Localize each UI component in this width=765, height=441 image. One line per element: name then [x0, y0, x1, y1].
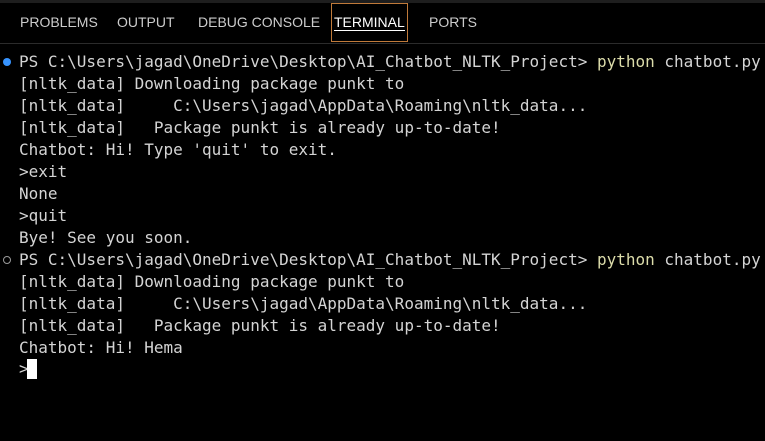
command-args: chatbot.py	[654, 52, 761, 71]
tab-output[interactable]: OUTPUT	[115, 3, 177, 42]
command-line: PS C:\Users\jagad\OneDrive\Desktop\AI_Ch…	[19, 51, 761, 73]
tab-output-label: OUTPUT	[117, 14, 175, 30]
tab-terminal-label: TERMINAL	[334, 14, 405, 31]
output-line: Chatbot: Hi! Hema	[19, 338, 183, 357]
output-line: [nltk_data] Package punkt is already up-…	[19, 118, 501, 137]
output-line: [nltk_data] Downloading package punkt to	[19, 272, 405, 291]
output-line: Bye! See you soon.	[19, 228, 193, 247]
output-line: >exit	[19, 162, 68, 181]
output-line: [nltk_data] Package punkt is already up-…	[19, 316, 501, 335]
command-running-decoration-icon[interactable]	[3, 256, 11, 264]
tab-ports[interactable]: PORTS	[427, 3, 479, 42]
output-line: None	[19, 184, 58, 203]
command-args: chatbot.py	[654, 250, 761, 269]
command-name: python	[596, 52, 655, 71]
output-line: [nltk_data] C:\Users\jagad\AppData\Roami…	[19, 294, 588, 313]
tab-terminal[interactable]: TERMINAL	[331, 3, 408, 42]
ps-prompt: PS C:\Users\jagad\OneDrive\Desktop\AI_Ch…	[19, 52, 597, 71]
terminal-cursor[interactable]	[27, 359, 37, 379]
tab-debug-console[interactable]: DEBUG CONSOLE	[196, 3, 322, 42]
command-success-decoration-icon[interactable]	[3, 58, 11, 66]
tab-ports-label: PORTS	[429, 14, 477, 30]
ps-prompt: PS C:\Users\jagad\OneDrive\Desktop\AI_Ch…	[19, 250, 597, 269]
tab-debug-console-label: DEBUG CONSOLE	[198, 14, 321, 30]
tab-problems[interactable]: PROBLEMS	[18, 3, 100, 42]
output-line: >quit	[19, 206, 68, 225]
terminal-output[interactable]: PS C:\Users\jagad\OneDrive\Desktop\AI_Ch…	[0, 51, 765, 441]
output-line: Chatbot: Hi! Type 'quit' to exit.	[19, 140, 337, 159]
output-line: [nltk_data] C:\Users\jagad\AppData\Roami…	[19, 96, 588, 115]
tab-problems-label: PROBLEMS	[20, 14, 98, 30]
output-line: [nltk_data] Downloading package punkt to	[19, 74, 405, 93]
panel-tab-bar: PROBLEMS OUTPUT DEBUG CONSOLE TERMINAL P…	[0, 3, 765, 44]
command-line: PS C:\Users\jagad\OneDrive\Desktop\AI_Ch…	[19, 249, 761, 271]
command-name: python	[596, 250, 655, 269]
